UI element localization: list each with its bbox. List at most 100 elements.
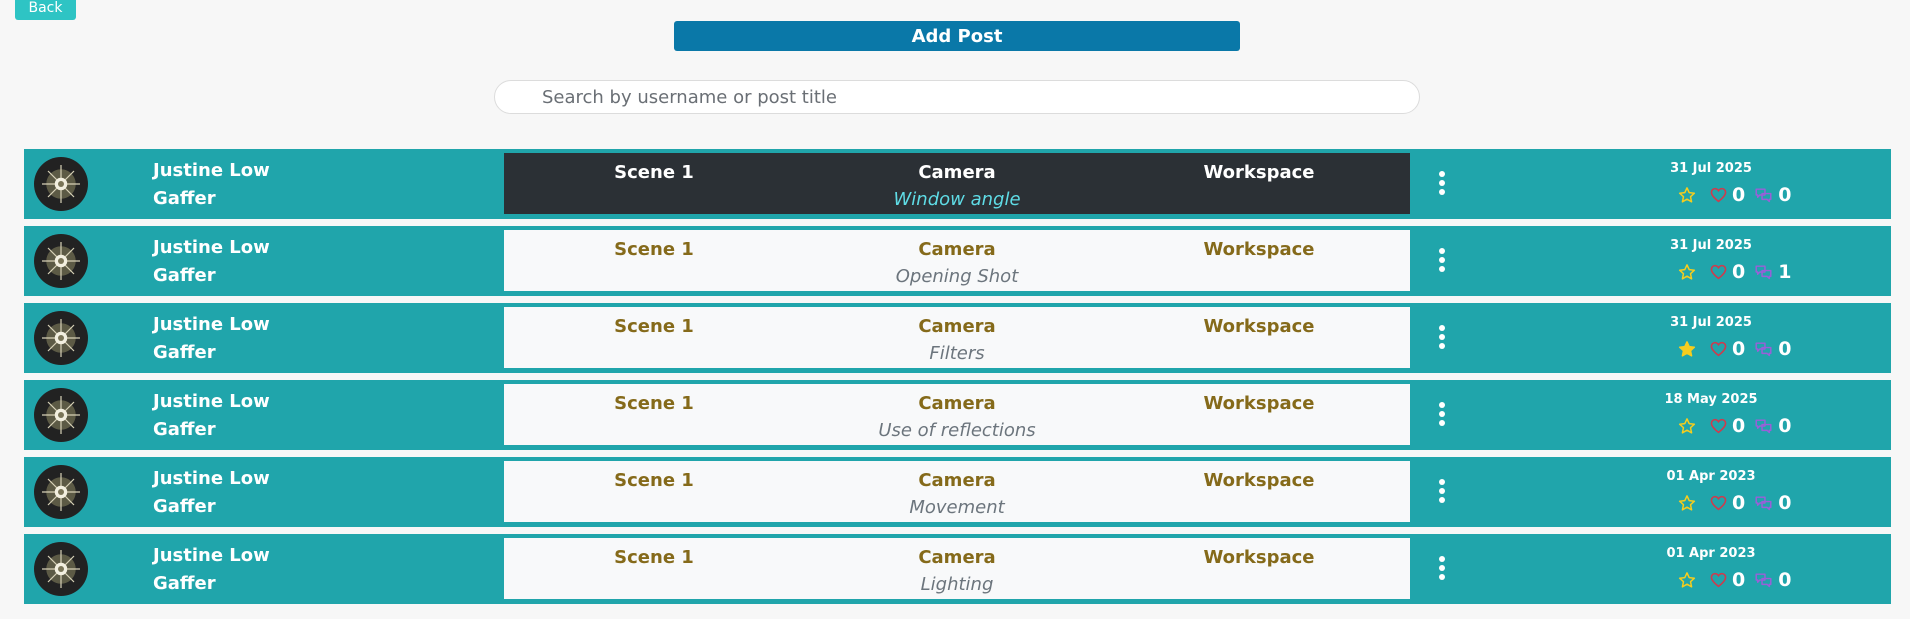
avatar[interactable]	[34, 542, 88, 596]
search-input[interactable]	[495, 81, 1419, 113]
star-icon[interactable]	[1678, 263, 1696, 281]
user-name: Justine Low	[153, 314, 270, 335]
post-card[interactable]: Scene 1 Camera Workspace Window angle	[504, 153, 1410, 214]
post-title: Opening Shot	[895, 266, 1019, 287]
heart-icon[interactable]	[1710, 187, 1727, 203]
avatar[interactable]	[34, 157, 88, 211]
user-name: Justine Low	[153, 237, 270, 258]
avatar[interactable]	[34, 388, 88, 442]
user-name: Justine Low	[153, 391, 270, 412]
post-stats: 0 1	[1678, 260, 1800, 284]
comment-count: 0	[1778, 184, 1792, 206]
post-scene: Scene 1	[614, 470, 694, 491]
post-card[interactable]: Scene 1 Camera Workspace Filters	[504, 307, 1410, 368]
avatar[interactable]	[34, 465, 88, 519]
post-date: 01 Apr 2023	[1666, 546, 1756, 561]
kebab-menu-icon[interactable]	[1438, 402, 1446, 426]
post-date: 31 Jul 2025	[1670, 161, 1752, 176]
user-name: Justine Low	[153, 468, 270, 489]
kebab-menu-icon[interactable]	[1438, 171, 1446, 195]
comment-icon[interactable]	[1754, 341, 1773, 357]
back-button[interactable]: Back	[15, 0, 76, 20]
post-department: Camera	[918, 162, 996, 183]
post-scene: Scene 1	[614, 239, 694, 260]
avatar[interactable]	[34, 311, 88, 365]
post-card[interactable]: Scene 1 Camera Workspace Use of reflecti…	[504, 384, 1410, 445]
post-card[interactable]: Scene 1 Camera Workspace Movement	[504, 461, 1410, 522]
post-department: Camera	[918, 393, 996, 414]
comment-count: 0	[1778, 415, 1792, 437]
post-row: Justine Low Gaffer Scene 1 Camera Worksp…	[24, 149, 1891, 219]
post-stats: 0 0	[1678, 568, 1800, 592]
comment-icon[interactable]	[1754, 418, 1773, 434]
user-role: Gaffer	[153, 342, 216, 363]
kebab-menu-icon[interactable]	[1438, 325, 1446, 349]
comment-icon[interactable]	[1754, 495, 1773, 511]
kebab-menu-icon[interactable]	[1438, 479, 1446, 503]
user-name: Justine Low	[153, 545, 270, 566]
avatar[interactable]	[34, 234, 88, 288]
kebab-menu-icon[interactable]	[1438, 556, 1446, 580]
comment-count: 1	[1778, 261, 1792, 283]
like-count: 0	[1732, 569, 1746, 591]
user-role: Gaffer	[153, 419, 216, 440]
post-card[interactable]: Scene 1 Camera Workspace Lighting	[504, 538, 1410, 599]
comment-count: 0	[1778, 492, 1792, 514]
post-row: Justine Low Gaffer Scene 1 Camera Worksp…	[24, 534, 1891, 604]
user-role: Gaffer	[153, 573, 216, 594]
heart-icon[interactable]	[1710, 264, 1727, 280]
post-department: Camera	[918, 239, 996, 260]
search-bar	[494, 80, 1420, 114]
comment-count: 0	[1778, 338, 1792, 360]
like-count: 0	[1732, 492, 1746, 514]
post-location: Workspace	[1203, 393, 1315, 414]
like-count: 0	[1732, 415, 1746, 437]
post-title: Lighting	[920, 574, 994, 595]
post-row: Justine Low Gaffer Scene 1 Camera Worksp…	[24, 303, 1891, 373]
like-count: 0	[1732, 184, 1746, 206]
post-row: Justine Low Gaffer Scene 1 Camera Worksp…	[24, 226, 1891, 296]
post-card[interactable]: Scene 1 Camera Workspace Opening Shot	[504, 230, 1410, 291]
post-department: Camera	[918, 470, 996, 491]
heart-icon[interactable]	[1710, 418, 1727, 434]
post-title: Window angle	[893, 189, 1021, 210]
post-stats: 0 0	[1678, 337, 1800, 361]
post-title: Use of reflections	[878, 420, 1036, 441]
kebab-menu-icon[interactable]	[1438, 248, 1446, 272]
star-icon[interactable]	[1678, 340, 1696, 358]
heart-icon[interactable]	[1710, 572, 1727, 588]
star-icon[interactable]	[1678, 494, 1696, 512]
post-date: 01 Apr 2023	[1666, 469, 1756, 484]
add-post-button[interactable]: Add Post	[674, 21, 1240, 51]
star-icon[interactable]	[1678, 571, 1696, 589]
post-location: Workspace	[1203, 547, 1315, 568]
post-row: Justine Low Gaffer Scene 1 Camera Worksp…	[24, 457, 1891, 527]
post-location: Workspace	[1203, 470, 1315, 491]
post-scene: Scene 1	[614, 162, 694, 183]
post-stats: 0 0	[1678, 491, 1800, 515]
post-date: 31 Jul 2025	[1670, 238, 1752, 253]
post-department: Camera	[918, 547, 996, 568]
star-icon[interactable]	[1678, 417, 1696, 435]
post-scene: Scene 1	[614, 316, 694, 337]
post-location: Workspace	[1203, 239, 1315, 260]
post-location: Workspace	[1203, 316, 1315, 337]
comment-icon[interactable]	[1754, 187, 1773, 203]
like-count: 0	[1732, 338, 1746, 360]
user-name: Justine Low	[153, 160, 270, 181]
post-date: 18 May 2025	[1664, 392, 1758, 407]
like-count: 0	[1732, 261, 1746, 283]
post-row: Justine Low Gaffer Scene 1 Camera Worksp…	[24, 380, 1891, 450]
post-title: Filters	[929, 343, 985, 364]
heart-icon[interactable]	[1710, 341, 1727, 357]
post-stats: 0 0	[1678, 183, 1800, 207]
star-icon[interactable]	[1678, 186, 1696, 204]
post-department: Camera	[918, 316, 996, 337]
post-title: Movement	[909, 497, 1005, 518]
post-list: Justine Low Gaffer Scene 1 Camera Worksp…	[24, 149, 1891, 611]
comment-icon[interactable]	[1754, 264, 1773, 280]
user-role: Gaffer	[153, 265, 216, 286]
heart-icon[interactable]	[1710, 495, 1727, 511]
comment-icon[interactable]	[1754, 572, 1773, 588]
post-location: Workspace	[1203, 162, 1315, 183]
